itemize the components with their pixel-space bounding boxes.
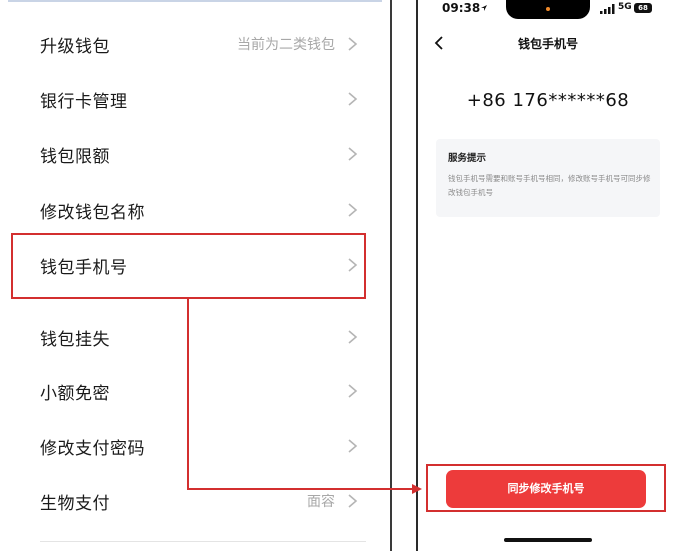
battery-icon: 68 [634, 3, 652, 13]
island-indicator [546, 7, 550, 11]
menu-item-rename-wallet[interactable]: 修改钱包名称 [40, 190, 358, 230]
status-time: 09:38 [442, 1, 481, 15]
menu-item-value: 面容 [307, 494, 335, 510]
nav-bar: 钱包手机号 [418, 28, 678, 58]
menu-item-bank-cards[interactable]: 银行卡管理 [40, 79, 358, 119]
status-bar: 09:38 5G 68 [418, 0, 678, 20]
menu-item-biometric-pay[interactable]: 生物支付 面容 [40, 481, 358, 521]
service-tip-title: 服务提示 [448, 153, 487, 164]
bottom-divider [40, 541, 366, 542]
chevron-right-icon [348, 147, 358, 161]
menu-item-report-loss[interactable]: 钱包挂失 [40, 317, 358, 357]
menu-item-label: 生物支付 [40, 493, 110, 514]
masked-phone-number: +86 176******68 [466, 90, 630, 111]
chevron-right-icon [348, 494, 358, 508]
menu-item-label: 钱包限额 [40, 146, 110, 167]
menu-item-label: 升级钱包 [40, 36, 110, 57]
chevron-right-icon [348, 439, 358, 453]
chevron-right-icon [348, 92, 358, 106]
menu-item-change-pay-password[interactable]: 修改支付密码 [40, 426, 358, 466]
page-title: 钱包手机号 [517, 37, 578, 51]
menu-item-upgrade-wallet[interactable]: 升级钱包 当前为二类钱包 [40, 24, 358, 64]
home-indicator [504, 538, 592, 542]
menu-item-label: 修改钱包名称 [40, 202, 145, 223]
service-tip-body: 钱包手机号需要和账号手机号相同，修改账号手机号可同步修改钱包手机号 [448, 174, 651, 197]
signal-bars-icon [600, 4, 615, 14]
menu-item-label: 修改支付密码 [40, 438, 145, 459]
chevron-right-icon [348, 203, 358, 217]
menu-item-label: 钱包挂失 [40, 329, 110, 350]
dynamic-island [506, 0, 590, 19]
menu-item-label: 小额免密 [40, 383, 110, 404]
wallet-phone-highlight [11, 233, 366, 299]
service-tip-card: 服务提示 钱包手机号需要和账号手机号相同，修改账号手机号可同步修改钱包手机号 [436, 139, 660, 217]
chevron-right-icon [348, 384, 358, 398]
location-arrow-icon [481, 5, 487, 11]
sync-phone-button[interactable]: 同步修改手机号 [446, 470, 646, 508]
menu-item-value: 当前为二类钱包 [237, 37, 335, 53]
menu-item-password-free[interactable]: 小额免密 [40, 371, 358, 411]
network-label: 5G [618, 2, 632, 12]
chevron-right-icon [348, 330, 358, 344]
top-divider [8, 0, 382, 2]
chevron-right-icon [348, 37, 358, 51]
menu-item-label: 银行卡管理 [40, 91, 128, 112]
menu-item-wallet-limit[interactable]: 钱包限额 [40, 134, 358, 174]
